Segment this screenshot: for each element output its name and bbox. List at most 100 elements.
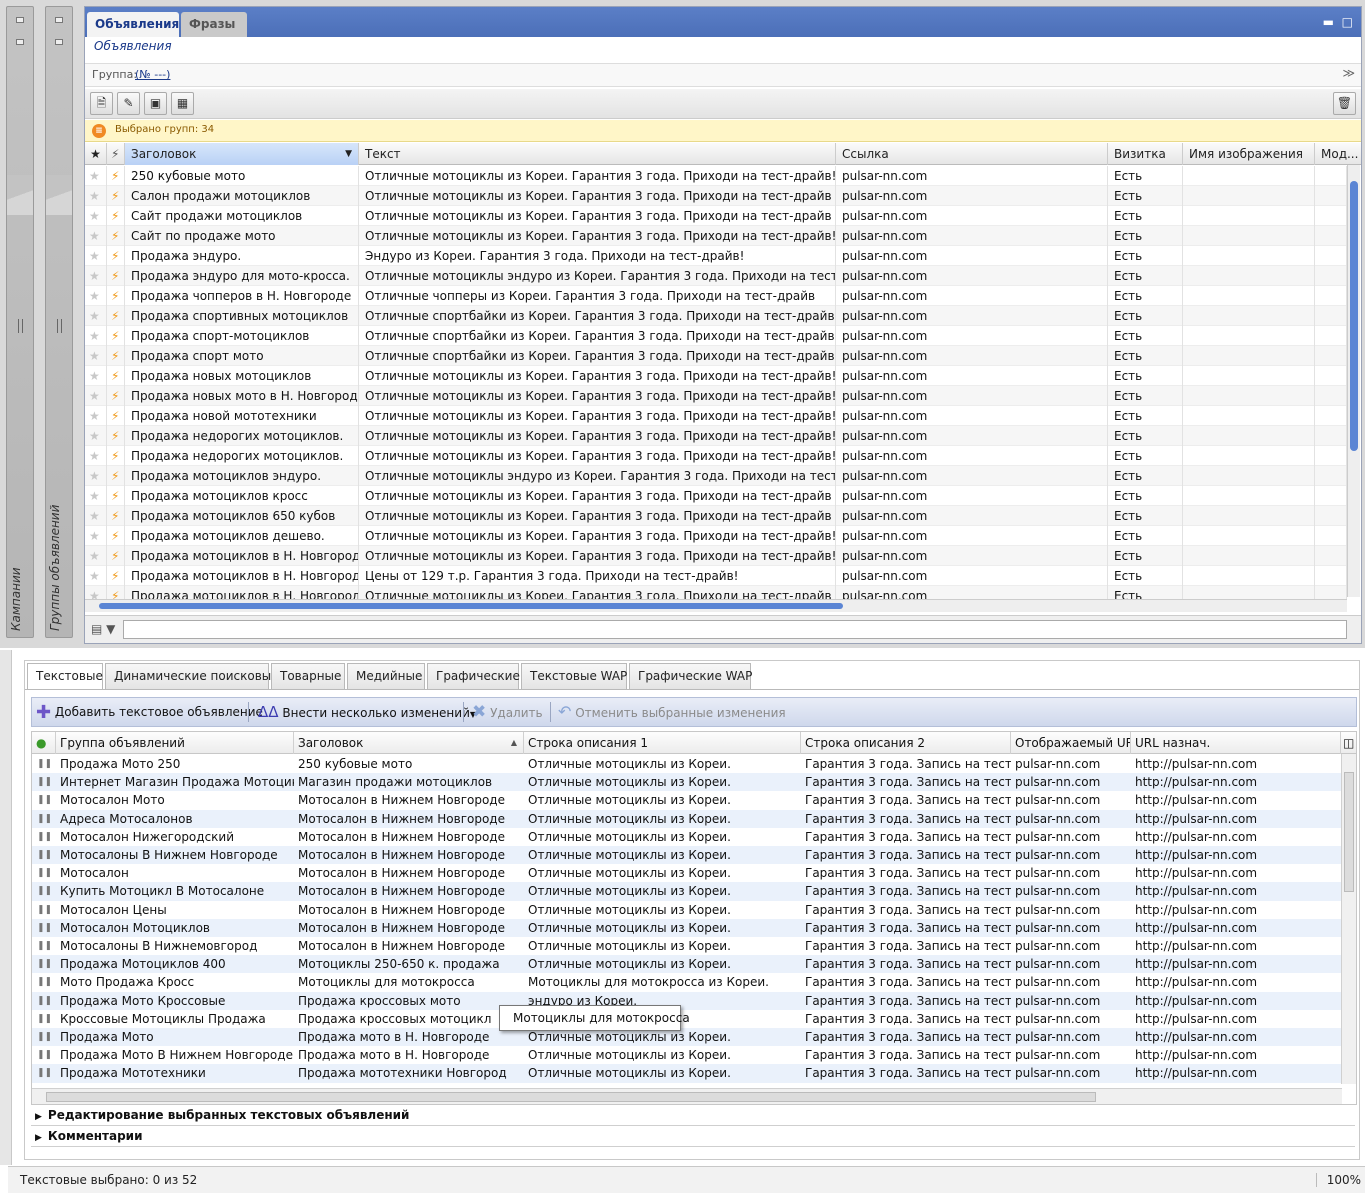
column-header-display-url[interactable]: Отображаемый URL xyxy=(1011,732,1131,754)
favorite-star-icon[interactable]: ★ xyxy=(85,286,107,306)
delete-button[interactable]: ✖ Удалить xyxy=(472,698,543,726)
ad-groups-panel[interactable]: Группы объявлений xyxy=(45,6,73,638)
pause-icon[interactable]: ❚❚ xyxy=(32,901,56,919)
column-header-target-url[interactable]: URL назнач. xyxy=(1131,732,1341,754)
ad-row[interactable]: ★ ⚡ Сайт по продаже мото Отличные мотоциклы… xyxy=(85,226,1347,246)
favorite-star-icon[interactable]: ★ xyxy=(85,446,107,466)
column-chooser-icon[interactable]: ◫ xyxy=(1341,732,1356,754)
ad-row[interactable]: ★ ⚡ Продажа новых мотоциклов Отличные мотоц… xyxy=(85,366,1347,386)
bulk-edit-button[interactable]: ΔΔ Внести несколько изменений▼ xyxy=(258,698,476,726)
trash-icon[interactable]: 🗑 xyxy=(1333,92,1356,115)
ad-groups-panel-label[interactable]: Группы объявлений xyxy=(48,471,70,631)
pause-icon[interactable]: ❚❚ xyxy=(32,973,56,991)
filter-input[interactable] xyxy=(123,620,1347,639)
favorite-star-icon[interactable]: ★ xyxy=(85,566,107,586)
ad-row[interactable]: ★ ⚡ Продажа недорогих мотоциклов. Отличные … xyxy=(85,426,1347,446)
favorite-star-icon[interactable]: ★ xyxy=(85,186,107,206)
text-ad-row[interactable]: ❚❚ Продажа Мотоциклов 400 Мотоциклы 250-65… xyxy=(32,955,1342,974)
tab-dynamic-search[interactable]: Динамические поисковые xyxy=(105,663,279,689)
ad-row[interactable]: ★ ⚡ Продажа мотоциклов эндуро. Отличные мот… xyxy=(85,466,1347,486)
bolt-column-icon[interactable]: ⚡ xyxy=(107,143,125,165)
pause-icon[interactable]: ❚❚ xyxy=(32,937,56,955)
tab-product[interactable]: Товарные xyxy=(271,663,345,689)
pause-icon[interactable]: ❚❚ xyxy=(32,864,56,882)
scrollbar-thumb[interactable] xyxy=(1350,181,1358,451)
ad-row[interactable]: ★ ⚡ Продажа спорт мото Отличные спортбайки … xyxy=(85,346,1347,366)
column-header-desc2[interactable]: Строка описания 2 xyxy=(801,732,1011,754)
text-ad-row[interactable]: ❚❚ Продажа Мото 250 250 кубовые мото Отличн… xyxy=(32,755,1342,773)
ad-row[interactable]: ★ ⚡ Продажа мотоциклов кросс Отличные мотоц… xyxy=(85,486,1347,506)
text-ad-row[interactable]: ❚❚ Мотосалон Нижегородский Мотосалон в Ниж… xyxy=(32,828,1342,846)
text-ads-horizontal-scrollbar[interactable] xyxy=(32,1088,1342,1104)
pause-icon[interactable]: ❚❚ xyxy=(32,882,56,900)
favorite-star-icon[interactable]: ★ xyxy=(85,166,107,186)
text-ad-row[interactable]: ❚❚ Интернет Магазин Продажа Мотоциклов Маг… xyxy=(32,773,1342,792)
scrollbar-thumb[interactable] xyxy=(1344,772,1354,892)
favorite-star-icon[interactable]: ★ xyxy=(85,486,107,506)
ad-row[interactable]: ★ ⚡ Продажа новой мототехники Отличные мото… xyxy=(85,406,1347,426)
text-ad-row[interactable]: ❚❚ Мотосалоны В Нижнем Новгороде Мотосалон… xyxy=(32,846,1342,865)
ad-row[interactable]: ★ ⚡ Продажа новых мото в Н. Новгороде Отлич… xyxy=(85,386,1347,406)
favorite-star-icon[interactable]: ★ xyxy=(85,246,107,266)
pause-icon[interactable]: ❚❚ xyxy=(32,955,56,973)
tab-text-wap[interactable]: Текстовые WAP xyxy=(521,663,627,689)
pause-icon[interactable]: ❚❚ xyxy=(32,846,56,864)
text-ad-row[interactable]: ❚❚ Мотосалон Мотосалон в Нижнем Новгороде О… xyxy=(32,864,1342,882)
favorite-star-icon[interactable]: ★ xyxy=(85,346,107,366)
favorite-star-icon[interactable]: ★ xyxy=(85,366,107,386)
pause-icon[interactable]: ❚❚ xyxy=(32,810,56,828)
panel-pin-icon[interactable] xyxy=(55,17,63,23)
tab-graphic-wap[interactable]: Графические WAP xyxy=(629,663,752,689)
campaigns-panel-label[interactable]: Кампании xyxy=(9,471,31,631)
ad-row[interactable]: ★ ⚡ Продажа спорт-мотоциклов Отличные спорт… xyxy=(85,326,1347,346)
tab-ads[interactable]: Объявления xyxy=(87,12,179,37)
collapse-chevron-icon[interactable]: ≫ xyxy=(1342,66,1355,80)
text-ad-row[interactable]: ❚❚ Адреса Мотосалонов Мотосалон в Нижнем Н… xyxy=(32,809,1342,828)
restore-icon[interactable]: □ xyxy=(1342,15,1353,29)
text-ad-row[interactable]: ❚❚ Мотосалон Мотоциклов Мотосалон в Нижнем… xyxy=(32,918,1342,937)
panel-resize-grip[interactable] xyxy=(18,319,23,333)
column-header-title[interactable]: Заголовок ▼ xyxy=(125,143,359,165)
table-icon[interactable]: ▦ xyxy=(171,92,194,115)
column-header-desc1[interactable]: Строка описания 1 xyxy=(524,732,801,754)
ad-row[interactable]: ★ ⚡ Продажа недорогих мотоциклов. Отличные … xyxy=(85,446,1347,466)
column-header-moderation[interactable]: Мод... xyxy=(1315,143,1361,165)
minimize-icon[interactable]: ▬ xyxy=(1323,15,1334,29)
pause-icon[interactable]: ❚❚ xyxy=(32,755,56,773)
panel-expand-icon[interactable] xyxy=(16,39,24,45)
column-header-image-name[interactable]: Имя изображения xyxy=(1183,143,1315,165)
favorite-star-icon[interactable]: ★ xyxy=(85,466,107,486)
text-ads-vertical-scrollbar[interactable] xyxy=(1341,754,1356,1084)
text-ad-row[interactable]: ❚❚ Мото Продажа Кросс Мотоциклы для мотокр… xyxy=(32,973,1342,991)
image-icon[interactable]: ▣ xyxy=(144,92,167,115)
ad-row[interactable]: ★ ⚡ Продажа мотоциклов дешево. Отличные мот… xyxy=(85,526,1347,546)
status-column-icon[interactable]: ● xyxy=(32,732,56,754)
tab-text-ads[interactable]: Текстовые xyxy=(27,663,103,690)
favorite-star-icon[interactable]: ★ xyxy=(85,326,107,346)
favorite-star-icon[interactable]: ★ xyxy=(85,306,107,326)
edit-icon[interactable]: ✎ xyxy=(117,92,140,115)
ads-horizontal-scrollbar[interactable] xyxy=(85,599,1347,612)
ad-row[interactable]: ★ ⚡ Продажа мотоциклов 650 кубов Отличные м… xyxy=(85,506,1347,526)
favorite-star-icon[interactable]: ★ xyxy=(85,506,107,526)
ad-row[interactable]: ★ ⚡ Продажа эндуро. Эндуро из Кореи. Гарант… xyxy=(85,246,1347,266)
text-ad-row[interactable]: ❚❚ Продажа Мото Продажа мото в Н. Новгород… xyxy=(32,1028,1342,1047)
favorite-star-icon[interactable]: ★ xyxy=(85,226,107,246)
ads-vertical-scrollbar[interactable] xyxy=(1347,165,1360,597)
revert-changes-button[interactable]: ↶ Отменить выбранные изменения xyxy=(558,698,786,726)
favorite-star-icon[interactable]: ★ xyxy=(85,546,107,566)
text-ad-row[interactable]: ❚❚ Мотосалон Мото Мотосалон в Нижнем Новго… xyxy=(32,791,1342,809)
scrollbar-thumb[interactable] xyxy=(99,603,843,609)
text-ad-row[interactable]: ❚❚ Купить Мотоцикл В Мотосалоне Мотосалон … xyxy=(32,882,1342,901)
group-selector[interactable]: (№ ---) xyxy=(135,68,170,81)
panel-resize-grip[interactable] xyxy=(57,319,62,333)
favorite-star-icon[interactable]: ★ xyxy=(85,206,107,226)
side-splitter[interactable] xyxy=(0,650,12,1165)
tab-graphic[interactable]: Графические xyxy=(427,663,520,689)
ad-row[interactable]: ★ ⚡ Продажа спортивных мотоциклов Отличные … xyxy=(85,306,1347,326)
ad-row[interactable]: ★ ⚡ Салон продажи мотоциклов Отличные мотоц… xyxy=(85,186,1347,206)
ad-row[interactable]: ★ ⚡ 250 кубовые мото Отличные мотоциклы из … xyxy=(85,166,1347,186)
column-header-headline[interactable]: Заголовок ▲ xyxy=(294,732,524,754)
ad-row[interactable]: ★ ⚡ Продажа эндуро для мото-кросса. Отличны… xyxy=(85,266,1347,286)
breadcrumb[interactable]: Объявления xyxy=(94,39,172,53)
